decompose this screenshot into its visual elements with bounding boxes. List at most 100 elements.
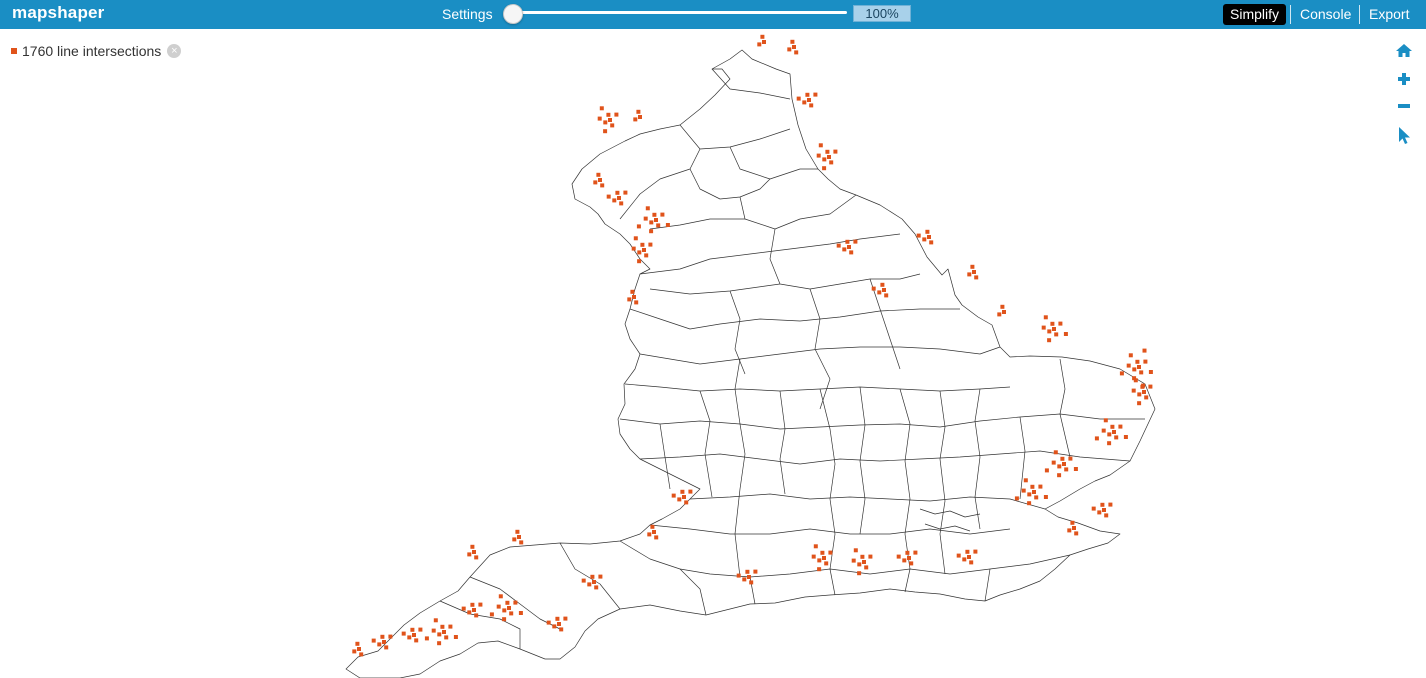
intersection-marker (637, 250, 642, 255)
intersection-marker (592, 580, 596, 584)
export-button[interactable]: Export (1362, 4, 1416, 25)
intersection-marker (1148, 370, 1153, 374)
intersection-marker (1112, 430, 1116, 434)
simplify-button[interactable]: Simplify (1223, 4, 1287, 25)
intersection-marker (642, 248, 646, 252)
intersection-marker (513, 600, 518, 605)
intersection-marker (1027, 492, 1032, 497)
intersection-marker (410, 627, 415, 632)
intersection-marker (1043, 315, 1048, 320)
intersection-marker (517, 535, 521, 539)
intersection-marker (431, 628, 436, 633)
intersection-marker (1148, 384, 1153, 389)
intersection-marker (682, 495, 686, 499)
map-canvas[interactable] (0, 29, 1426, 678)
intersection-marker (581, 578, 586, 583)
intersection-marker (794, 50, 799, 55)
intersection-marker (760, 34, 765, 39)
intersection-marker (424, 636, 429, 641)
intersection-marker (1133, 378, 1138, 383)
intersection-marker (1000, 304, 1005, 309)
intersection-marker (502, 608, 507, 613)
intersection-marker (359, 652, 364, 657)
intersection-marker (974, 275, 979, 280)
simplify-slider-track[interactable] (512, 11, 847, 14)
intersection-marker (864, 565, 869, 570)
console-button[interactable]: Console (1293, 4, 1358, 25)
intersection-marker (650, 524, 655, 529)
intersection-marker (902, 558, 907, 563)
intersection-marker (742, 577, 747, 582)
intersection-marker (802, 100, 807, 105)
intersection-marker (597, 116, 602, 121)
intersection-marker (907, 556, 911, 560)
intersection-marker (905, 550, 910, 555)
intersection-marker (745, 569, 750, 574)
settings-button[interactable]: Settings (442, 6, 493, 22)
intersection-marker (654, 218, 658, 222)
intersection-marker (1057, 464, 1062, 469)
intersection-marker (418, 627, 423, 632)
intersection-marker (1118, 424, 1123, 429)
intersection-marker (1043, 495, 1048, 499)
intersection-marker (1108, 502, 1113, 507)
intersection-marker (660, 212, 665, 217)
intersection-marker (1021, 488, 1026, 493)
intersection-marker (1027, 501, 1032, 506)
intersection-marker (555, 616, 560, 621)
intersection-marker (1058, 321, 1063, 326)
intersection-marker (757, 42, 762, 47)
intersection-marker (557, 622, 561, 626)
intersection-marker (474, 613, 479, 618)
intersection-marker (836, 243, 841, 248)
intersection-marker (1070, 520, 1075, 525)
intersection-marker (1062, 462, 1066, 466)
intersection-marker (603, 129, 608, 134)
intersection-marker (648, 242, 653, 247)
intersection-marker (1114, 435, 1119, 440)
intersection-marker (612, 198, 617, 203)
intersection-marker (847, 245, 851, 249)
intersection-marker (1104, 513, 1109, 518)
intersection-marker (927, 235, 931, 239)
intersection-marker (644, 253, 649, 258)
intersection-marker (970, 264, 975, 269)
intersection-marker (652, 212, 657, 217)
intersection-marker (671, 493, 676, 498)
simplify-percent-input[interactable]: 100% (853, 5, 911, 22)
intersection-marker (505, 600, 510, 605)
intersection-marker (636, 224, 641, 229)
intersection-marker (636, 109, 641, 114)
intersection-marker (1052, 327, 1056, 331)
intersection-marker (811, 554, 816, 559)
intersection-marker (857, 562, 862, 567)
intersection-marker (1030, 484, 1035, 489)
intersection-marker (461, 606, 466, 611)
intersection-marker (382, 640, 386, 644)
intersection-marker (437, 632, 442, 637)
intersection-marker (818, 143, 823, 148)
intersection-marker (1051, 460, 1056, 465)
intersection-marker (1034, 495, 1039, 500)
intersection-marker (813, 92, 818, 97)
intersection-marker (851, 558, 856, 563)
intersection-marker (828, 550, 833, 555)
intersection-marker (590, 574, 595, 579)
intersection-marker (972, 270, 976, 274)
intersection-marker (853, 548, 858, 553)
intersection-marker (652, 530, 656, 534)
intersection-marker (1044, 468, 1049, 473)
simplify-slider-handle[interactable] (503, 4, 523, 24)
intersection-marker (649, 229, 654, 234)
intersection-marker (849, 250, 854, 255)
intersection-marker (509, 611, 514, 616)
intersection-marker (1107, 441, 1112, 446)
intersection-marker (433, 618, 438, 623)
intersection-marker (467, 552, 472, 557)
intersection-marker (474, 555, 479, 560)
intersection-marker (845, 239, 850, 244)
intersection-marker (817, 558, 822, 563)
intersection-marker (606, 194, 611, 199)
intersection-marker (929, 240, 934, 245)
intersection-marker (1126, 363, 1131, 368)
